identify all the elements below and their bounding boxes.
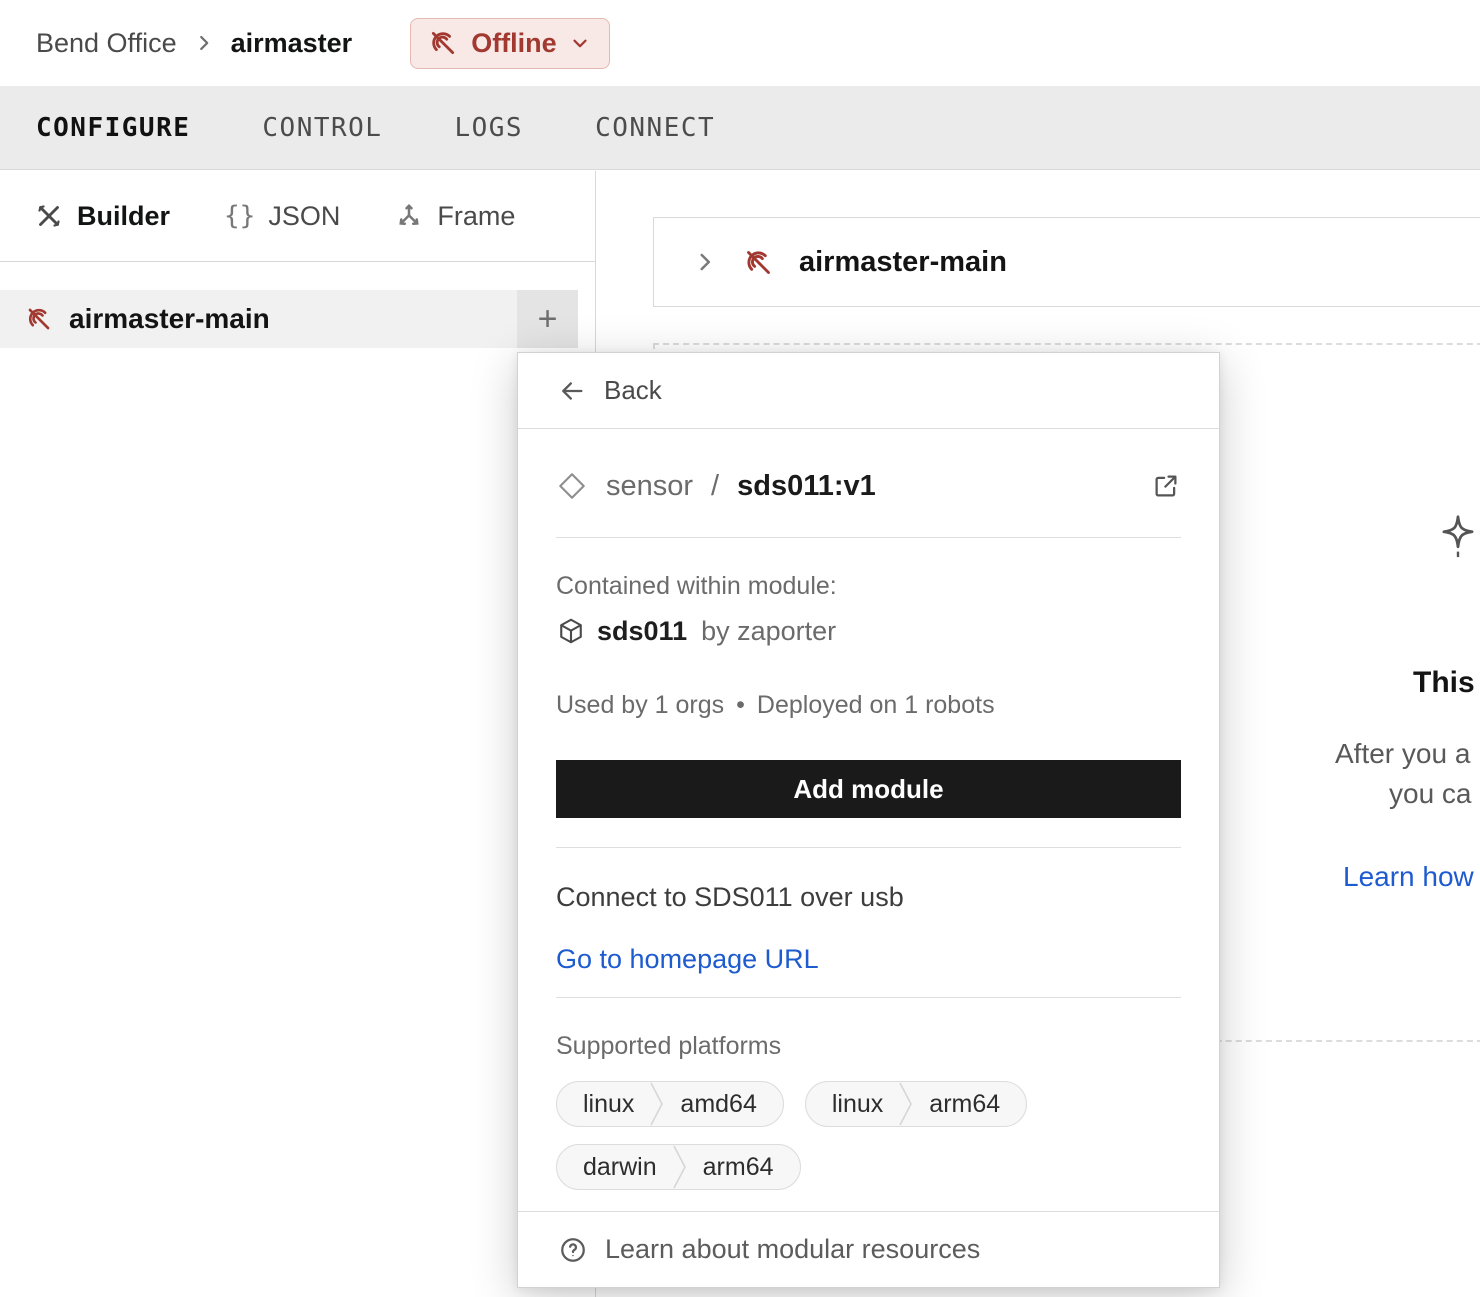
module-name: sds011 [597, 616, 687, 647]
deployed-on-stat: Deployed on 1 robots [757, 690, 995, 720]
platform-badge-row: darwin arm64 [556, 1144, 1181, 1190]
app-header: Bend Office airmaster Offline [0, 0, 1480, 86]
arrow-left-icon [558, 377, 586, 405]
machine-part-card[interactable]: airmaster-main [653, 217, 1480, 307]
stats-dot-separator: • [736, 690, 745, 720]
platform-os: linux [806, 1090, 899, 1119]
module-description: Connect to SDS011 over usb [556, 881, 1181, 913]
sparkle-icon [1436, 512, 1480, 560]
pill-chevron-icon [673, 1145, 687, 1189]
status-badge-label: Offline [471, 28, 557, 59]
tab-configure[interactable]: CONFIGURE [36, 113, 190, 143]
tab-connect[interactable]: CONNECT [595, 113, 715, 143]
divider [556, 847, 1181, 848]
offline-icon [24, 304, 54, 334]
platform-badge: linux amd64 [556, 1081, 784, 1127]
package-icon [556, 616, 586, 646]
learn-modular-resources-label: Learn about modular resources [605, 1234, 980, 1265]
chevron-right-icon [692, 249, 718, 275]
divider [556, 997, 1181, 998]
breadcrumb-org[interactable]: Bend Office [36, 28, 177, 59]
view-mode-bar: Builder {} JSON Frame [0, 171, 595, 262]
empty-state-heading: This [1413, 666, 1475, 700]
braces-icon: {} [224, 201, 255, 231]
view-tab-json-label: JSON [268, 201, 340, 232]
supported-platforms-label: Supported platforms [556, 1031, 1181, 1061]
pill-chevron-icon [650, 1082, 664, 1126]
offline-icon [427, 27, 459, 59]
empty-state-text-line1: After you a [1335, 738, 1470, 770]
empty-state-text-line2: you ca [1389, 778, 1472, 810]
platform-arch: arm64 [913, 1090, 1026, 1119]
diamond-icon [556, 470, 588, 502]
tab-logs[interactable]: LOGS [454, 113, 523, 143]
homepage-url-link[interactable]: Go to homepage URL [556, 943, 819, 975]
machine-nav-tabs: CONFIGURE CONTROL LOGS CONNECT [0, 86, 1480, 170]
learn-modular-resources-link[interactable]: Learn about modular resources [518, 1211, 1219, 1287]
chevron-down-icon [569, 32, 591, 54]
view-tab-frame-label: Frame [437, 201, 515, 232]
module-model-label: sds011:v1 [737, 470, 876, 503]
resource-row-airmaster-main[interactable]: airmaster-main + [0, 290, 578, 348]
platform-arch: arm64 [687, 1153, 800, 1182]
platform-os: linux [557, 1090, 650, 1119]
external-link-icon[interactable] [1151, 471, 1181, 501]
module-detail-popover: Back sensor / sds011:v1 Contained withi [517, 352, 1220, 1288]
back-button-label: Back [604, 375, 662, 406]
help-circle-icon [558, 1235, 588, 1265]
offline-icon [742, 246, 775, 279]
learn-how-link[interactable]: Learn how [1343, 861, 1474, 893]
module-title-separator: / [711, 470, 719, 503]
platform-os: darwin [557, 1153, 673, 1182]
breadcrumb: Bend Office airmaster [36, 28, 352, 59]
add-component-button[interactable]: + [517, 290, 578, 348]
view-tab-frame[interactable]: Frame [394, 201, 515, 232]
contained-within-label: Contained within module: [556, 571, 1181, 601]
add-module-button[interactable]: Add module [556, 760, 1181, 818]
chevron-right-icon [193, 32, 215, 54]
tools-icon [34, 201, 64, 231]
pill-chevron-icon [899, 1082, 913, 1126]
resource-name-label: airmaster-main [69, 303, 270, 335]
platform-badge: darwin arm64 [556, 1144, 801, 1190]
view-tab-builder-label: Builder [77, 201, 170, 232]
module-title-row: sensor / sds011:v1 [556, 465, 1181, 507]
module-author: by zaporter [701, 616, 836, 647]
module-usage-stats: Used by 1 orgs • Deployed on 1 robots [556, 690, 1181, 720]
tab-control[interactable]: CONTROL [262, 113, 382, 143]
view-tab-json[interactable]: {} JSON [224, 201, 340, 232]
view-tab-builder[interactable]: Builder [34, 201, 170, 232]
configure-sidebar: Builder {} JSON Frame [0, 171, 596, 1297]
platform-arch: amd64 [664, 1090, 782, 1119]
platform-badge: linux arm64 [805, 1081, 1027, 1127]
machine-status-dropdown[interactable]: Offline [410, 18, 610, 69]
machine-part-title: airmaster-main [799, 246, 1007, 279]
divider [556, 537, 1181, 538]
frame-axes-icon [394, 201, 424, 231]
platform-badge-row: linux amd64 linux arm64 [556, 1081, 1181, 1127]
module-api-label: sensor [606, 470, 693, 503]
used-by-stat: Used by 1 orgs [556, 690, 724, 720]
breadcrumb-machine: airmaster [231, 28, 353, 59]
module-info-row: sds011 by zaporter [556, 614, 1181, 648]
back-button[interactable]: Back [518, 353, 1219, 429]
